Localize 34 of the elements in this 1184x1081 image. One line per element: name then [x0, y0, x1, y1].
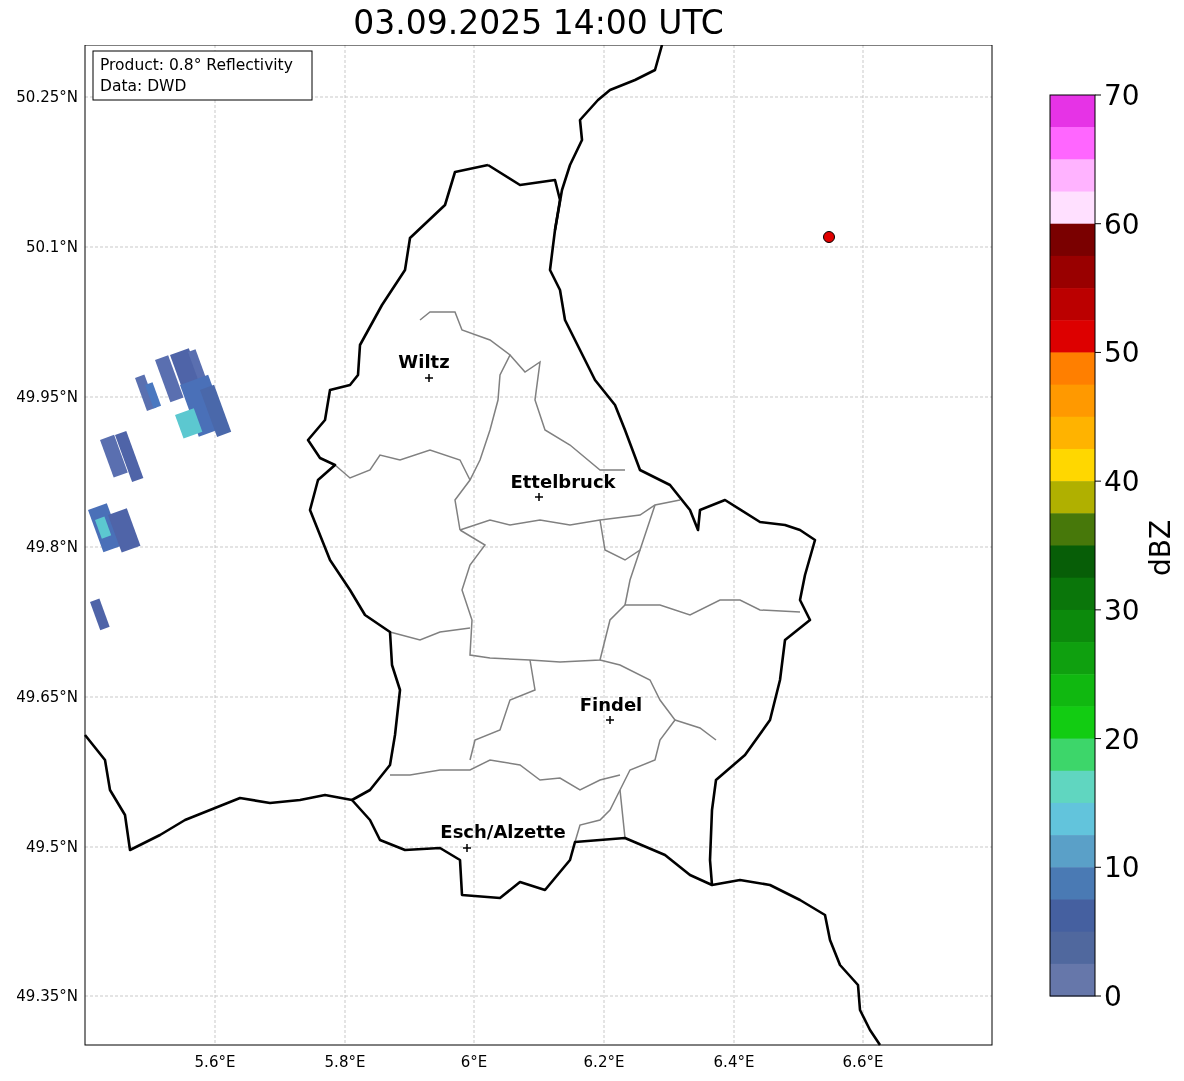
cross-marker-icon: [424, 373, 434, 383]
chart-title: 03.09.2025 14:00 UTC: [353, 6, 724, 39]
colorbar-tick-label: 70: [1104, 79, 1140, 112]
longitude-tick-label: 5.6°E: [194, 1053, 236, 1071]
longitude-tick-label: 6.6°E: [842, 1053, 884, 1071]
cross-marker-icon: [462, 843, 472, 853]
colorbar-tick-label: 40: [1104, 465, 1140, 499]
info-text: Data: DWD: [100, 77, 187, 95]
city-label: Wiltz: [398, 351, 450, 372]
colorbar-tick-label: 30: [1104, 593, 1140, 627]
city-label: Findel: [579, 694, 643, 715]
longitude-tick-label: 6°E: [460, 1053, 488, 1071]
colorbar-tick-label: 10: [1104, 851, 1140, 885]
longitude-tick-label: 6.2°E: [583, 1053, 625, 1071]
latitude-tick-label: 50.1°N: [25, 238, 78, 256]
colorbar-tick-label: 60: [1104, 207, 1140, 241]
cross-marker-icon: [605, 715, 615, 725]
colorbar-tick-label: 50: [1104, 336, 1140, 370]
longitude-tick-label: 6.4°E: [713, 1053, 755, 1071]
colorbar-tick-label: 0: [1104, 980, 1122, 1013]
latitude-tick-label: 49.95°N: [16, 388, 78, 406]
location-dot: [823, 231, 835, 243]
colorbar-tick-label: 20: [1104, 722, 1140, 756]
info-text: Product: 0.8° Reflectivity: [100, 56, 293, 74]
latitude-tick-label: 49.8°N: [25, 538, 78, 556]
latitude-tick-label: 50.25°N: [16, 88, 78, 106]
longitude-tick-label: 5.8°E: [324, 1053, 366, 1071]
cross-marker-icon: [534, 492, 544, 502]
colorbar-label: dBZ: [1144, 519, 1177, 577]
city-label: Ettelbruck: [510, 471, 616, 492]
latitude-tick-label: 49.35°N: [16, 987, 78, 1005]
latitude-tick-label: 49.5°N: [25, 838, 78, 856]
latitude-tick-label: 49.65°N: [16, 688, 78, 706]
city-label: Esch/Alzette: [440, 821, 566, 842]
